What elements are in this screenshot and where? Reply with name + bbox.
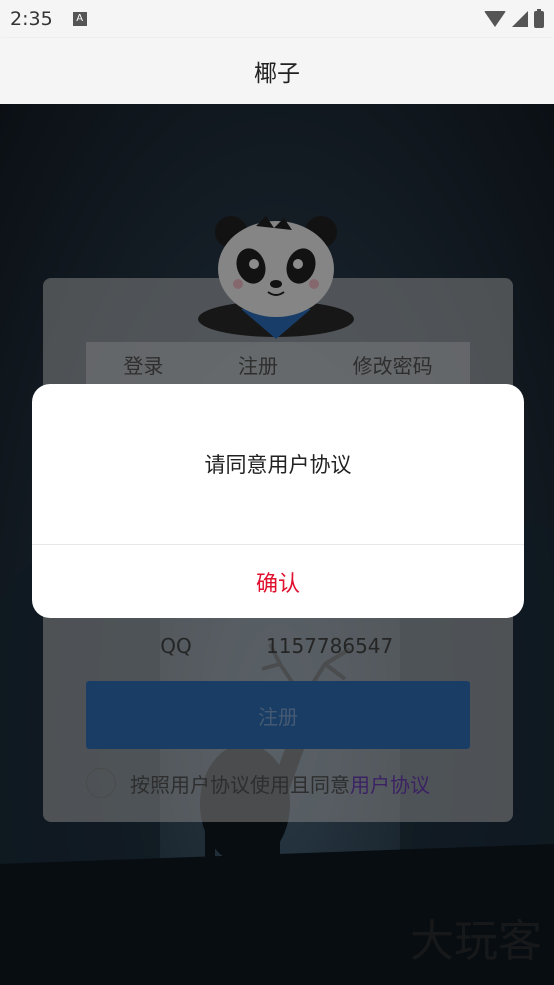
battery-icon — [534, 8, 544, 28]
status-icons — [484, 8, 544, 28]
status-time: 2:35 — [10, 8, 53, 30]
app-bar: 椰子 — [0, 38, 554, 104]
notification-a-icon: A — [72, 12, 87, 26]
signal-icon — [512, 11, 528, 27]
dialog-message: 请同意用户协议 — [204, 453, 352, 477]
app-title: 椰子 — [254, 61, 300, 87]
status-bar: 2:35 A — [0, 0, 554, 38]
agreement-dialog: 请同意用户协议 确认 — [32, 384, 524, 618]
watermark-logo: 大玩客 — [410, 916, 542, 967]
confirm-button[interactable]: 确认 — [32, 545, 524, 618]
wifi-icon — [484, 11, 506, 27]
